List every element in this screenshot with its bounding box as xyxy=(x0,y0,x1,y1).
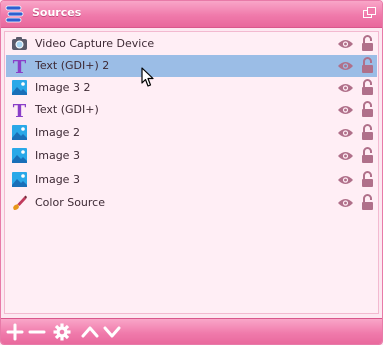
sources-dock: Sources Video Capture Device T Text (GDI… xyxy=(0,0,383,345)
source-name: Color Source xyxy=(35,196,105,209)
dock-titlebar[interactable]: Sources xyxy=(1,1,382,28)
visibility-eye-icon[interactable] xyxy=(337,38,354,50)
unlocked-padlock-icon[interactable] xyxy=(361,35,374,52)
add-icon[interactable] xyxy=(5,323,25,341)
unlocked-padlock-icon[interactable] xyxy=(361,57,374,74)
visibility-eye-icon[interactable] xyxy=(337,82,354,94)
move-up-icon[interactable] xyxy=(80,323,100,341)
visibility-eye-icon[interactable] xyxy=(337,174,354,186)
visibility-eye-icon[interactable] xyxy=(337,150,354,162)
sources-logo-icon xyxy=(5,5,24,23)
unlocked-padlock-icon[interactable] xyxy=(361,124,374,141)
image-icon xyxy=(12,172,27,187)
svg-text:T: T xyxy=(13,57,27,74)
dock-title: Sources xyxy=(32,6,82,19)
visibility-eye-icon[interactable] xyxy=(337,197,354,209)
source-name: Image 3 xyxy=(35,149,80,162)
source-row[interactable]: Image 3 2 xyxy=(6,77,377,99)
unlocked-padlock-icon[interactable] xyxy=(361,79,374,96)
camera-icon xyxy=(12,37,27,50)
unlocked-padlock-icon[interactable] xyxy=(361,147,374,164)
brush-icon xyxy=(13,195,27,210)
sources-toolbar xyxy=(1,318,382,344)
source-row[interactable]: Video Capture Device xyxy=(6,33,377,55)
visibility-eye-icon[interactable] xyxy=(337,127,354,139)
source-row[interactable]: Color Source xyxy=(6,192,377,214)
gear-icon[interactable] xyxy=(52,323,72,341)
unlocked-padlock-icon[interactable] xyxy=(361,171,374,188)
image-icon xyxy=(12,125,27,140)
remove-icon[interactable] xyxy=(27,323,47,341)
source-row[interactable]: Image 3 xyxy=(6,145,377,167)
source-name: Image 2 xyxy=(35,126,80,139)
svg-text:T: T xyxy=(13,101,27,118)
text-gdi-icon: T xyxy=(13,101,27,118)
unlocked-padlock-icon[interactable] xyxy=(361,101,374,118)
source-name: Text (GDI+) 2 xyxy=(35,59,110,72)
text-gdi-icon: T xyxy=(13,57,27,74)
source-name: Video Capture Device xyxy=(35,37,155,50)
source-name: Text (GDI+) xyxy=(35,103,99,116)
source-name: Image 3 xyxy=(35,173,80,186)
source-row[interactable]: T Text (GDI+) xyxy=(6,99,377,121)
image-icon xyxy=(12,80,27,95)
visibility-eye-icon[interactable] xyxy=(337,104,354,116)
source-row[interactable]: Image 2 xyxy=(6,122,377,144)
unlocked-padlock-icon[interactable] xyxy=(361,194,374,211)
sources-list[interactable]: Video Capture Device T Text (GDI+) 2 Ima… xyxy=(4,31,379,314)
image-icon xyxy=(12,148,27,163)
move-down-icon[interactable] xyxy=(102,323,122,341)
source-name: Image 3 2 xyxy=(35,81,91,94)
source-row-selected[interactable]: T Text (GDI+) 2 xyxy=(6,55,377,77)
float-dock-icon[interactable] xyxy=(363,7,376,19)
visibility-eye-icon[interactable] xyxy=(337,60,354,72)
source-row[interactable]: Image 3 xyxy=(6,169,377,191)
